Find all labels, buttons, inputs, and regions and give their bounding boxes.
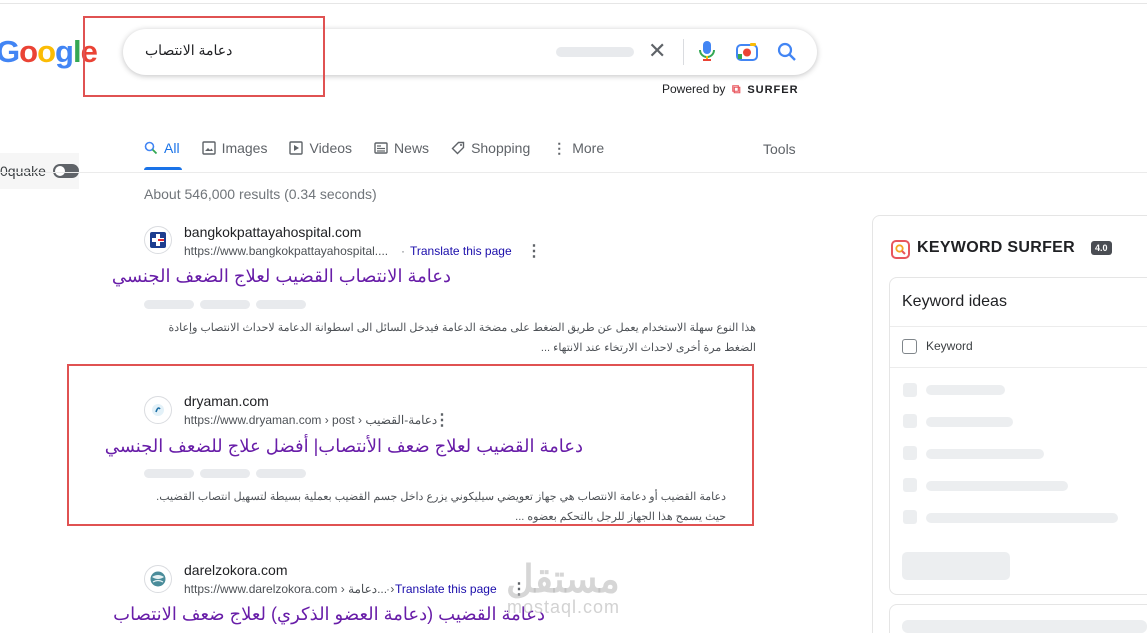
tab-all-label: All [164, 140, 180, 156]
tab-all[interactable]: All [144, 140, 180, 156]
skeleton-bar [200, 300, 250, 309]
skeleton-bar [902, 620, 1147, 633]
search-icon [144, 141, 158, 155]
more-vert-icon: ⋮ [552, 140, 567, 156]
card-divider [890, 326, 1147, 327]
result-site[interactable]: bangkokpattayahospital.com [184, 224, 361, 240]
skeleton-button [902, 552, 1010, 580]
url-separator: · [401, 244, 405, 258]
tab-news-label: News [394, 140, 430, 156]
skeleton-keyword [926, 385, 1005, 395]
newspaper-icon [374, 142, 388, 154]
skeleton-checkbox [903, 510, 917, 524]
skeleton-keyword [926, 449, 1044, 459]
snippet-line: الضغط مرة أخرى لاحداث الارتخاء عند الانت… [540, 342, 756, 354]
skeleton-checkbox [903, 383, 917, 397]
result-title[interactable]: دعامة القضيب (دعامة العضو الذكري) لعلاج … [113, 604, 545, 625]
camera-lens-icon[interactable] [736, 42, 758, 61]
tag-icon [451, 141, 465, 155]
result-title[interactable]: دعامة الانتصاب القضيب لعلاج الضعف الجنسي [112, 266, 451, 287]
skeleton-keyword [926, 417, 1013, 427]
result-url[interactable]: https://www.darelzokora.com › دعامة... › [184, 582, 394, 596]
surfer-logo-icon: ⧉ [728, 82, 744, 96]
quake-label: 0quake [0, 163, 46, 179]
logo-letter: l [72, 34, 82, 69]
tab-videos[interactable]: Videos [289, 140, 352, 156]
keyword-column-header: Keyword [926, 339, 973, 353]
quake-toggle[interactable] [52, 164, 79, 178]
card-divider [890, 367, 1147, 368]
watermark-arabic: مستقل [506, 559, 620, 601]
skeleton-bar [144, 300, 194, 309]
tab-shopping[interactable]: Shopping [451, 140, 530, 156]
tab-more-label: More [572, 140, 605, 156]
search-divider [683, 39, 684, 65]
microphone-icon[interactable] [699, 40, 715, 62]
surfer-brand: SURFER [747, 84, 799, 96]
favicon-darelzokora[interactable] [144, 565, 172, 593]
logo-letter: o [37, 34, 56, 69]
skeleton-checkbox [903, 478, 917, 492]
logo-letter: g [55, 34, 74, 69]
keyword-surfer-title: KEYWORD SURFER [917, 239, 1075, 256]
powered-by: Powered by ⧉ SURFER [662, 82, 799, 97]
tab-more[interactable]: ⋮ More [552, 140, 604, 156]
tab-images[interactable]: Images [201, 140, 268, 156]
search-tabs: All Images Videos News Shopping ⋮ More [144, 140, 626, 156]
search-skeleton-bar [556, 47, 634, 57]
hospital-cross-icon [150, 232, 166, 248]
result-url[interactable]: https://www.bangkokpattayahospital.... [184, 244, 388, 258]
keyword-ideas-card [889, 277, 1147, 595]
play-icon [289, 141, 304, 155]
top-border [0, 3, 1147, 4]
watermark-latin: mostaql.com [507, 597, 621, 617]
snippet-line: هذا النوع سهلة الاستخدام يعمل عن طريق ال… [168, 322, 756, 334]
tab-videos-label: Videos [309, 140, 353, 156]
tab-images-label: Images [221, 140, 268, 156]
result-site[interactable]: darelzokora.com [184, 562, 288, 578]
skeleton-bar [256, 300, 306, 309]
favicon-bangkok[interactable] [144, 226, 172, 254]
logo-letter: G [0, 34, 20, 69]
active-tab-indicator [144, 167, 182, 170]
keyword-ideas-title: Keyword ideas [902, 293, 1007, 310]
skeleton-keyword [926, 513, 1118, 523]
keyword-surfer-logo-icon [891, 240, 910, 259]
translate-link[interactable]: Translate this page [395, 582, 497, 596]
tools-button[interactable]: Tools [763, 141, 796, 157]
result-snippet: هذا النوع سهلة الاستخدام يعمل عن طريق ال… [144, 318, 756, 358]
logo-letter: o [19, 34, 38, 69]
highlight-box-result [67, 364, 754, 526]
powered-label: Powered by [662, 82, 726, 96]
tab-news[interactable]: News [374, 140, 429, 156]
skeleton-checkbox [903, 414, 917, 428]
quake-toggle-row[interactable]: 0quake [0, 153, 79, 189]
clear-icon[interactable]: ✕ [648, 40, 666, 62]
url-separator: · [386, 582, 390, 596]
translate-link[interactable]: Translate this page [410, 244, 512, 258]
globe-icon [150, 571, 166, 587]
image-icon [201, 141, 216, 155]
skeleton-checkbox [903, 446, 917, 460]
result-stats: About 546,000 results (0.34 seconds) [144, 186, 377, 202]
select-all-checkbox[interactable] [902, 339, 917, 354]
more-options-icon[interactable]: ⋮ [526, 241, 542, 261]
search-icon[interactable] [777, 42, 797, 62]
version-badge: 4.0 [1091, 241, 1112, 255]
skeleton-keyword [926, 481, 1068, 491]
tab-shopping-label: Shopping [471, 140, 531, 156]
tabs-divider [0, 172, 1147, 173]
highlight-box-search [83, 16, 325, 97]
